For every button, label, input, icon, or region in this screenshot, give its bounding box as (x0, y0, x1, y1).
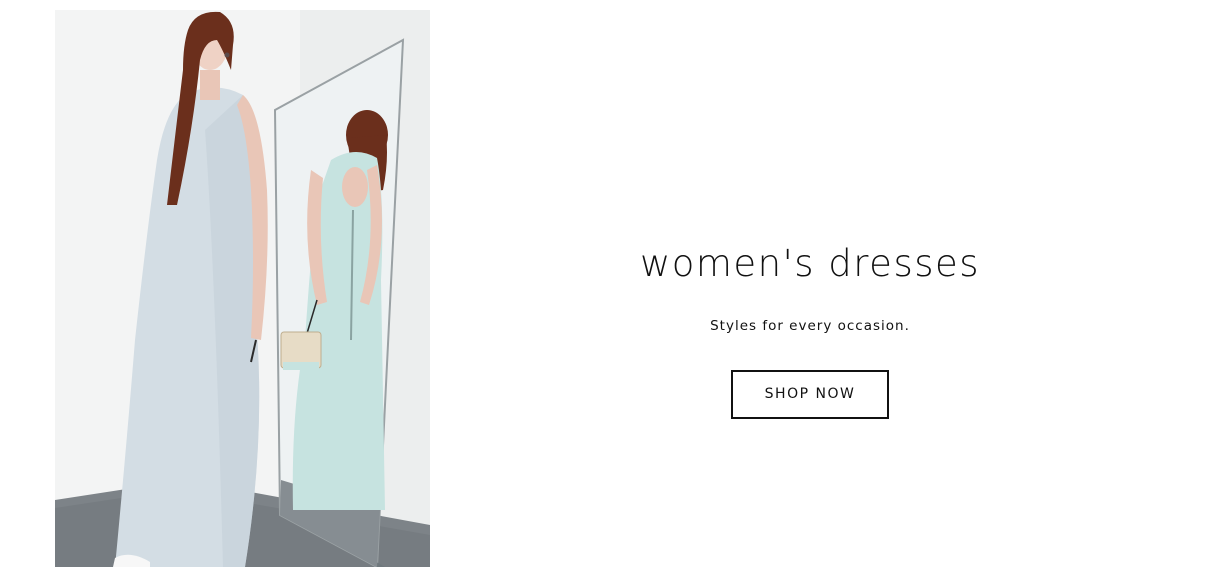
hero-photo-illustration (55, 10, 430, 567)
promo-title: women's dresses (639, 242, 981, 285)
promo-subtitle: Styles for every occasion. (710, 318, 910, 334)
hero-product-image[interactable] (55, 10, 430, 567)
promo-panel: women's dresses Styles for every occasio… (560, 240, 1060, 419)
shop-now-button[interactable]: SHOP NOW (731, 370, 889, 419)
